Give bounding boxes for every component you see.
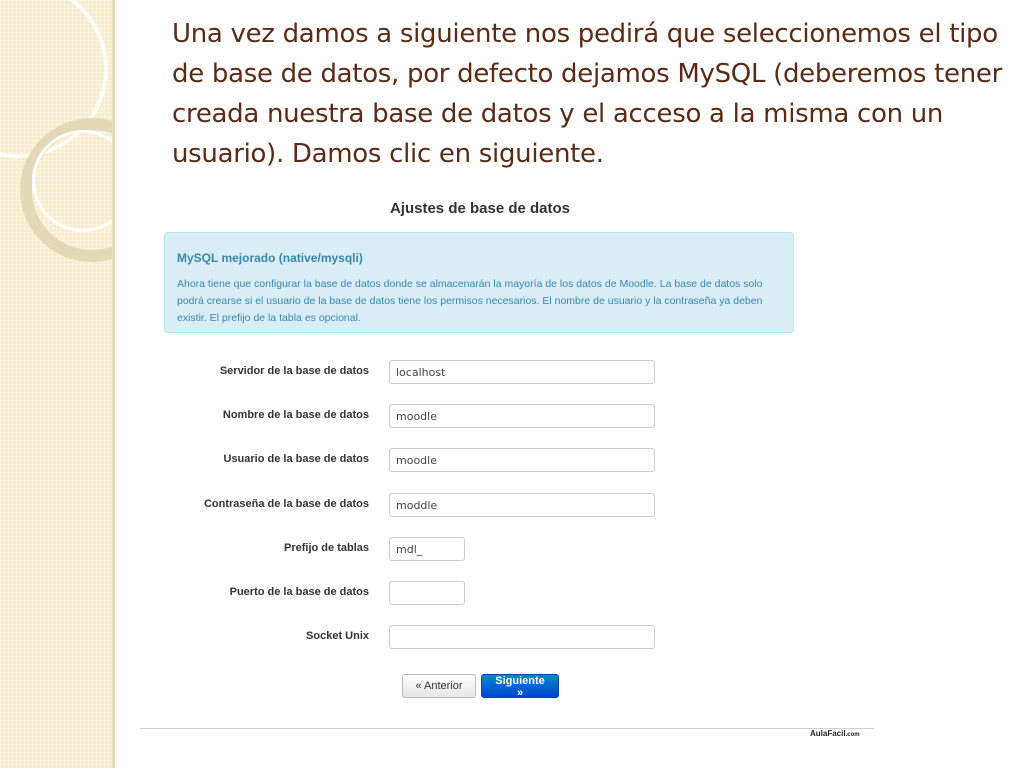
field-row-table-prefix: Prefijo de tablas <box>164 537 684 561</box>
band-divider <box>112 0 115 768</box>
database-info-box: MySQL mejorado (native/mysqli) Ahora tie… <box>164 232 794 333</box>
db-password-label: Contraseña de la base de datos <box>203 498 369 510</box>
form-title: Ajustes de base de datos <box>389 200 571 217</box>
previous-button[interactable]: « Anterior <box>402 674 476 698</box>
database-driver-heading: MySQL mejorado (native/mysqli) <box>177 251 363 265</box>
db-name-input[interactable] <box>389 404 655 428</box>
field-row-db-password: Contraseña de la base de datos <box>164 493 684 517</box>
field-row-db-user: Usuario de la base de datos <box>164 448 684 472</box>
db-port-input[interactable] <box>389 581 465 605</box>
aulafacil-logo: AulaFacil.com <box>810 729 860 738</box>
table-prefix-input[interactable] <box>389 537 465 561</box>
field-row-db-port: Puerto de la base de datos <box>164 581 684 605</box>
next-button[interactable]: Siguiente » <box>481 674 559 699</box>
slide-body-text: Una vez damos a siguiente nos pedirá que… <box>172 19 1002 169</box>
db-user-input[interactable] <box>389 448 655 472</box>
unix-socket-input[interactable] <box>389 625 655 649</box>
field-row-db-host: Servidor de la base de datos <box>164 360 684 384</box>
field-row-unix-socket: Socket Unix <box>164 625 684 649</box>
db-name-label: Nombre de la base de datos <box>222 409 369 421</box>
db-password-input[interactable] <box>389 493 655 517</box>
db-host-label: Servidor de la base de datos <box>219 365 369 377</box>
unix-socket-label: Socket Unix <box>306 630 369 642</box>
db-host-input[interactable] <box>389 360 655 384</box>
footer-divider <box>140 728 874 729</box>
decorative-side-band <box>0 0 112 768</box>
database-info-text: Ahora tiene que configurar la base de da… <box>177 278 763 324</box>
table-prefix-label: Prefijo de tablas <box>284 542 369 554</box>
db-user-label: Usuario de la base de datos <box>223 453 370 465</box>
field-row-db-name: Nombre de la base de datos <box>164 404 684 428</box>
db-port-label: Puerto de la base de datos <box>229 586 369 598</box>
